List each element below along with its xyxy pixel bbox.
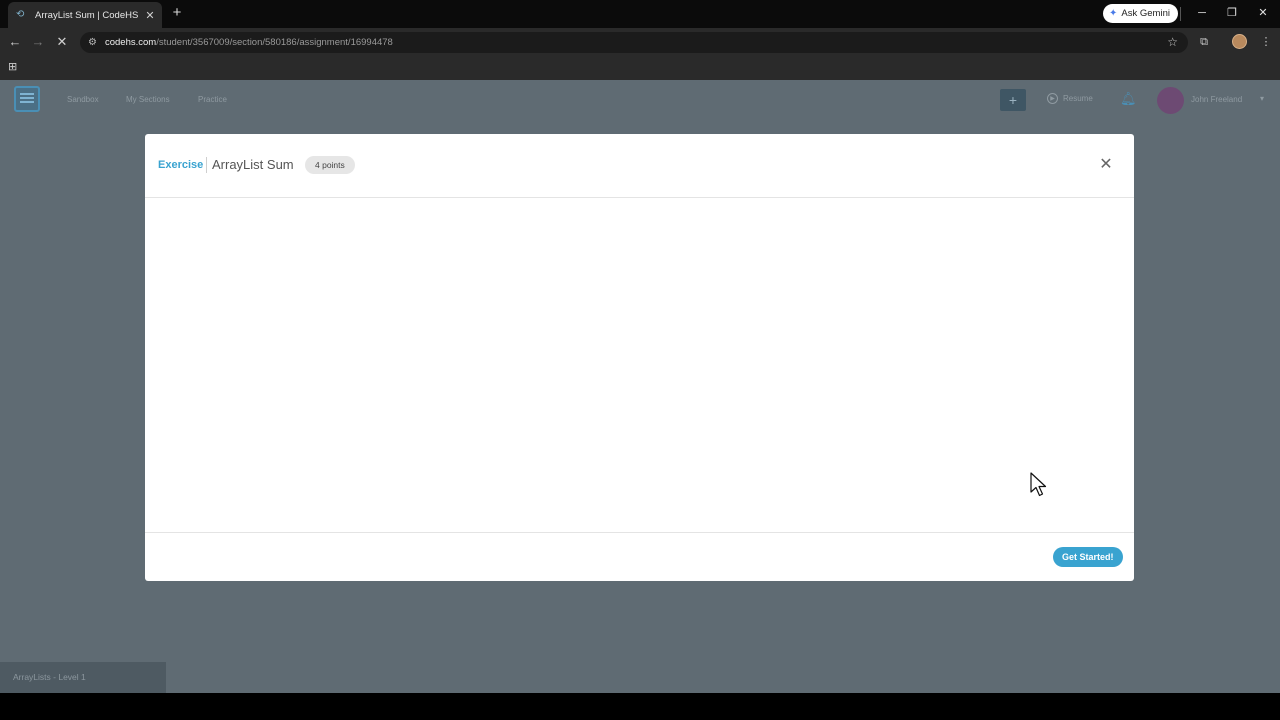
apps-grid-icon[interactable]: ⊞ [8, 61, 20, 73]
modal-footer: Get Started! [145, 532, 1134, 581]
codehs-header: Sandbox My Sections Practice + ▶ Resume … [0, 80, 1280, 120]
resume-label: Resume [1063, 94, 1093, 103]
nav-sandbox[interactable]: Sandbox [67, 95, 99, 104]
user-avatar[interactable] [1157, 87, 1184, 114]
browser-tab[interactable]: ⟲ ArrayList Sum | CodeHS ✕ [8, 2, 162, 28]
chevron-down-icon[interactable]: ▾ [1260, 94, 1264, 103]
cast-icon[interactable]: ⧉ [1196, 34, 1212, 50]
address-bar[interactable]: ⚙ codehs.com /student/3567009/section/58… [80, 32, 1188, 53]
codehs-favicon-icon: ⟲ [16, 9, 25, 20]
ask-gemini-button[interactable]: ✦ Ask Gemini [1103, 4, 1178, 23]
ask-gemini-label: Ask Gemini [1121, 8, 1170, 19]
mouse-cursor-icon [1030, 472, 1047, 497]
exercise-modal: Exercise ArrayList Sum 4 points ✕ Get St… [145, 134, 1134, 581]
page-overlay: Sandbox My Sections Practice + ▶ Resume … [0, 80, 1280, 693]
stop-loading-icon[interactable]: ✕ [53, 33, 71, 51]
modal-kind: Exercise [158, 159, 204, 171]
window-close-icon[interactable]: ✕ [1253, 4, 1273, 22]
title-divider [206, 157, 207, 173]
nav-my-sections[interactable]: My Sections [126, 95, 170, 104]
browser-menu-icon[interactable]: ⋮ [1258, 34, 1274, 50]
tab-title: ArrayList Sum | CodeHS [35, 9, 139, 21]
points-badge: 4 points [305, 156, 355, 174]
modal-close-icon[interactable]: ✕ [1097, 156, 1115, 174]
nav-practice[interactable]: Practice [198, 95, 227, 104]
modal-body [145, 199, 1134, 533]
browser-tabstrip: ⟲ ArrayList Sum | CodeHS ✕ + ✦ Ask Gemin… [0, 0, 1280, 28]
bookmark-star-icon[interactable]: ☆ [1167, 35, 1178, 49]
tab-close-icon[interactable]: ✕ [144, 9, 156, 22]
user-name[interactable]: John Freeland [1191, 95, 1242, 104]
forward-icon[interactable]: → [29, 33, 47, 51]
notification-bell-icon[interactable]: 🔔︎ [1120, 91, 1137, 107]
section-label[interactable]: ArrayLists - Level 1 [0, 662, 166, 693]
url-host: codehs.com [104, 37, 157, 48]
get-started-button[interactable]: Get Started! [1053, 547, 1123, 567]
taskbar-strip [0, 693, 1280, 720]
window-controls-divider [1180, 7, 1181, 21]
gemini-spark-icon: ✦ [1109, 8, 1118, 19]
play-icon: ▶ [1047, 93, 1058, 104]
create-plus-button[interactable]: + [1000, 89, 1026, 111]
minimize-icon[interactable]: ─ [1192, 4, 1212, 22]
profile-avatar-icon[interactable] [1232, 34, 1247, 49]
modal-title: ArrayList Sum [212, 157, 294, 172]
site-info-icon[interactable]: ⚙ [88, 37, 97, 48]
restore-icon[interactable]: ❐ [1222, 4, 1242, 22]
bookmarks-bar: ⊞ [0, 56, 1280, 80]
back-icon[interactable]: ← [6, 33, 24, 51]
modal-header: Exercise ArrayList Sum 4 points ✕ [145, 134, 1134, 198]
new-tab-icon[interactable]: + [168, 4, 186, 22]
browser-toolbar: ← → ✕ ⚙ codehs.com /student/3567009/sect… [0, 28, 1280, 56]
url-path: /student/3567009/section/580186/assignme… [156, 37, 393, 48]
resume-button[interactable]: ▶ Resume [1047, 93, 1093, 104]
codehs-logo-icon[interactable] [14, 86, 40, 112]
